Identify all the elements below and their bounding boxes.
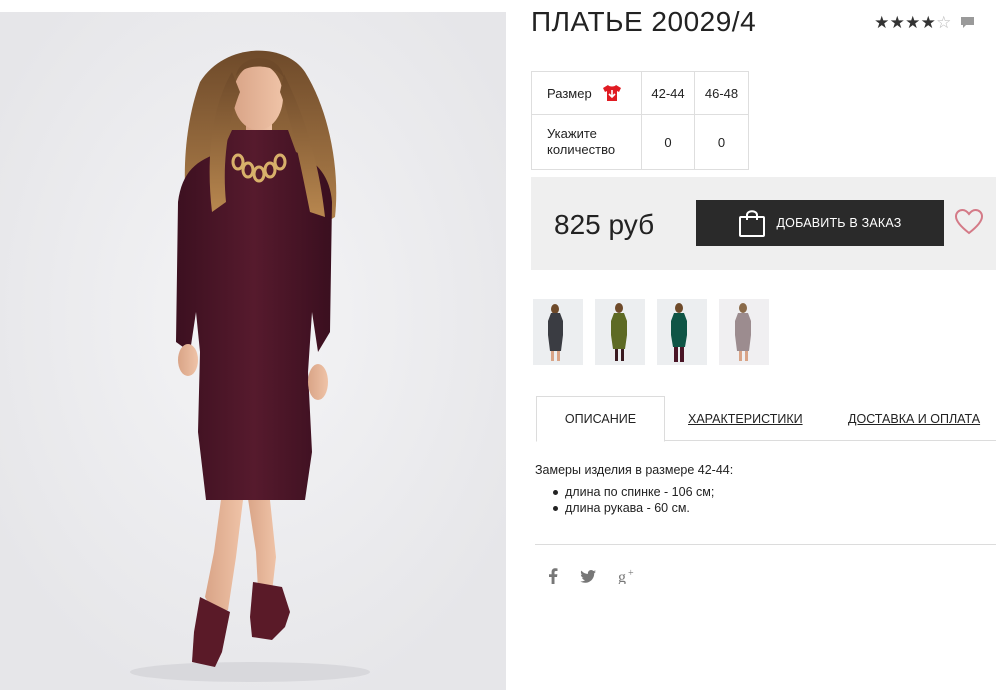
color-thumbnail[interactable]	[533, 299, 583, 365]
add-to-order-button[interactable]: ДОБАВИТЬ В ЗАКАЗ	[696, 200, 944, 246]
svg-text:g: g	[618, 569, 626, 584]
product-photo[interactable]	[0, 12, 506, 690]
twitter-icon[interactable]	[580, 569, 596, 588]
star-icon[interactable]: ★	[921, 14, 937, 31]
model-illustration	[0, 12, 506, 690]
quantity-input[interactable]	[701, 134, 742, 150]
description-intro: Замеры изделия в размере 42-44:	[535, 463, 734, 477]
color-thumbnails	[533, 299, 769, 365]
star-icon[interactable]: ★	[874, 14, 890, 31]
price-box: 825 руб ДОБАВИТЬ В ЗАКАЗ	[531, 177, 996, 270]
list-item: длина по спинке - 106 см;	[535, 484, 733, 500]
list-item: длина рукава - 60 см.	[535, 500, 733, 516]
size-table: Размер 42-44 46-48 Укажите количество	[531, 71, 749, 170]
price: 825 руб	[554, 209, 655, 240]
social-share: g +	[548, 568, 660, 589]
size-option: 42-44	[641, 71, 695, 115]
product-tabs: ОПИСАНИЕ ХАРАКТЕРИСТИКИ ДОСТАВКА И ОПЛАТ…	[536, 396, 996, 442]
quantity-label-cell: Укажите количество	[531, 114, 642, 170]
add-to-order-label: ДОБАВИТЬ В ЗАКАЗ	[776, 216, 902, 230]
description-list: длина по спинке - 106 см; длина рукава -…	[535, 484, 733, 516]
facebook-icon[interactable]	[548, 568, 558, 589]
color-thumbnail[interactable]	[595, 299, 645, 365]
google-plus-icon[interactable]: g +	[618, 568, 638, 589]
tab-delivery-payment[interactable]: ДОСТАВКА И ОПЛАТА	[848, 396, 980, 441]
size-chart-icon[interactable]	[602, 84, 622, 102]
star-icon[interactable]: ★	[890, 14, 906, 31]
color-thumbnail[interactable]	[719, 299, 769, 365]
quantity-label-line: Укажите	[547, 126, 597, 141]
quantity-label-line: количество	[547, 142, 616, 157]
description-panel: Замеры изделия в размере 42-44: длина по…	[535, 463, 733, 516]
star-icon[interactable]: ★	[905, 14, 921, 31]
size-label-cell: Размер	[531, 71, 642, 115]
product-title: ПЛАТЬЕ 20029/4	[531, 6, 757, 37]
shopping-bag-icon	[738, 208, 766, 238]
quantity-input[interactable]	[648, 134, 688, 150]
rating-stars[interactable]: ★ ★ ★ ★ ☆	[874, 14, 975, 31]
size-label: Размер	[547, 85, 592, 101]
heart-icon[interactable]	[954, 208, 984, 236]
tab-characteristics[interactable]: ХАРАКТЕРИСТИКИ	[688, 396, 803, 441]
comment-icon[interactable]	[960, 16, 975, 29]
svg-text:+: +	[628, 568, 634, 579]
size-option: 46-48	[694, 71, 749, 115]
divider	[535, 544, 996, 545]
tab-description[interactable]: ОПИСАНИЕ	[536, 396, 665, 442]
color-thumbnail[interactable]	[657, 299, 707, 365]
star-empty-icon[interactable]: ☆	[936, 14, 952, 31]
